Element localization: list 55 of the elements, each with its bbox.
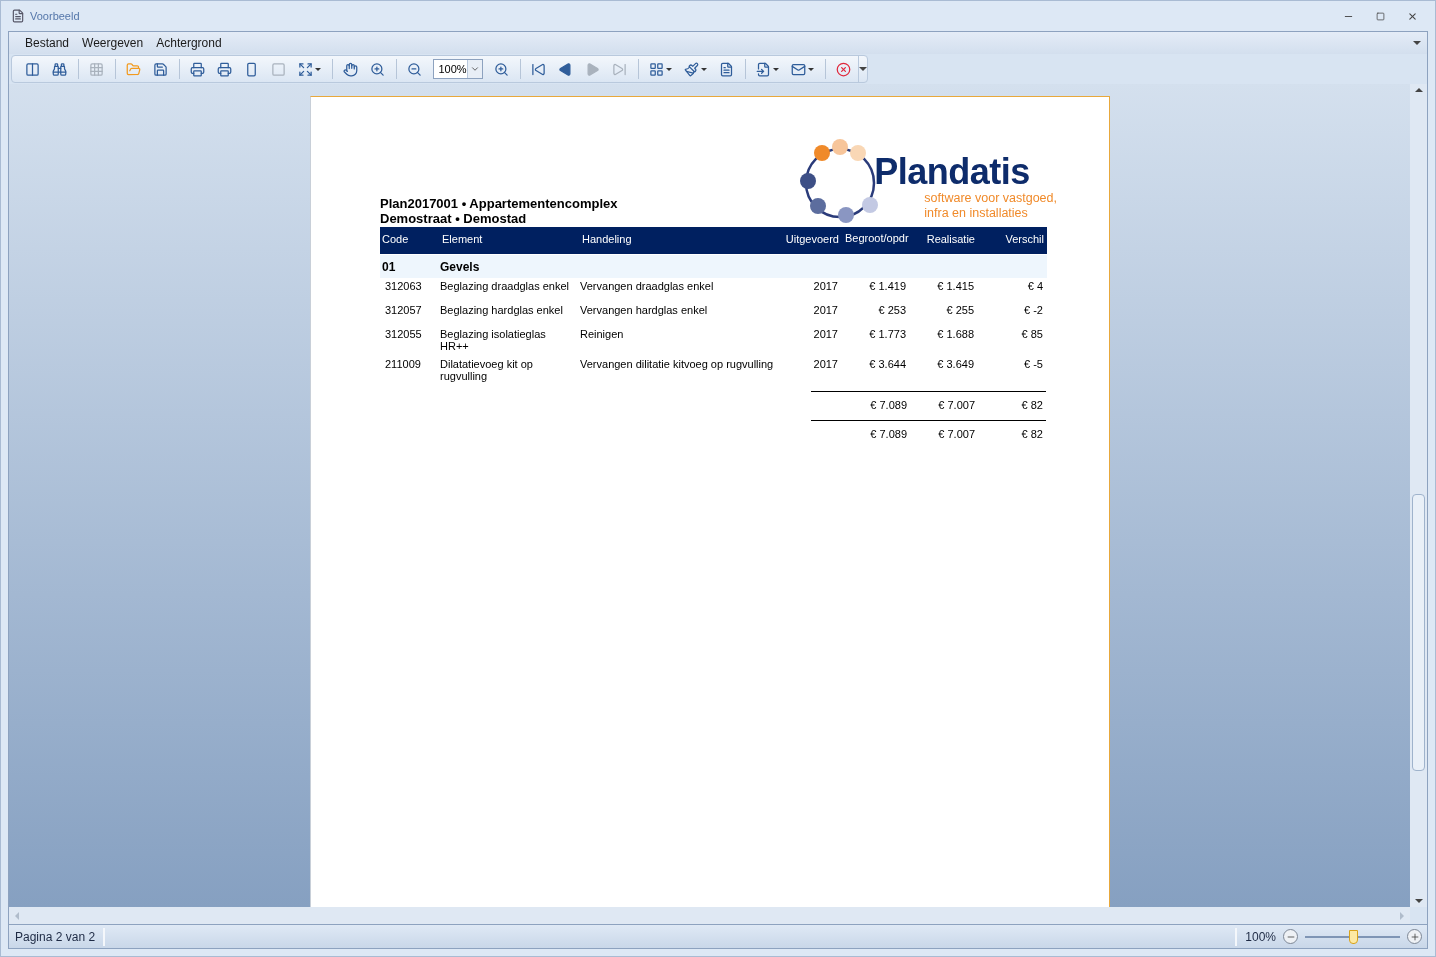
table-cell: 312057 xyxy=(385,304,422,316)
table-cell: Reinigen xyxy=(580,328,624,340)
window-title: Voorbeeld xyxy=(30,8,80,24)
table-cell: € 253 xyxy=(878,304,906,316)
table-cell: € -2 xyxy=(1024,304,1043,316)
logo-tagline: infra en installaties xyxy=(924,206,1029,221)
logo-wordmark: Plandatis xyxy=(874,153,1031,191)
column-header: Verschil xyxy=(1005,233,1044,245)
column-header: Element xyxy=(442,233,483,245)
table-cell: € 1.773 xyxy=(869,328,906,340)
logo-tagline: software voor vastgoed, xyxy=(924,191,1057,206)
table-cell: 2017 xyxy=(813,280,838,292)
table-cell: Beglazing draadglas enkel xyxy=(440,280,570,292)
menu-item[interactable]: Bestand xyxy=(25,34,70,52)
table-cell: € 1.419 xyxy=(869,280,906,292)
table-cell: Vervangen draadglas enkel xyxy=(580,280,714,292)
table-cell: 2017 xyxy=(813,304,838,316)
total-cell: € 7.007 xyxy=(938,427,975,440)
column-header: Realisatie xyxy=(926,233,975,245)
zoom-percentage: 100% xyxy=(1235,927,1276,946)
report-subtitle: Demostraat • Demostad xyxy=(380,211,528,226)
table-cell: € 255 xyxy=(946,304,974,316)
total-cell: € 7.089 xyxy=(870,427,907,440)
table-cell: 312063 xyxy=(385,280,422,292)
table-cell: € 1.415 xyxy=(937,280,974,292)
table-cell: Vervangen hardglas enkel xyxy=(580,304,708,316)
menu-item[interactable]: Weergeven xyxy=(82,34,144,52)
zoom-combobox[interactable]: 100% xyxy=(433,59,483,79)
column-header: Uitgevoerd xyxy=(785,233,839,245)
table-cell: € -5 xyxy=(1024,358,1043,370)
total-cell: € 7.089 xyxy=(870,399,907,411)
page-indicator: Pagina 2 van 2 xyxy=(9,927,106,946)
table-cell: Dilatatievoeg kit op rugvulling xyxy=(440,358,533,382)
report-title: Plan2017001 • Appartementencomplex xyxy=(380,196,618,211)
table-cell: € 1.688 xyxy=(937,328,974,340)
total-cell: € 82 xyxy=(1021,399,1043,411)
table-cell: 211009 xyxy=(385,358,421,370)
table-cell: 312055 xyxy=(385,328,422,340)
group-name: Gevels xyxy=(440,259,480,274)
total-cell: € 82 xyxy=(1021,427,1043,440)
column-header: Code xyxy=(382,233,409,245)
table-cell: 2017 xyxy=(813,358,838,370)
table-cell: € 3.649 xyxy=(937,358,974,370)
table-cell: Beglazing hardglas enkel xyxy=(440,304,563,316)
table-cell: Beglazing isolatieglas HR++ xyxy=(440,328,546,352)
table-cell: 2017 xyxy=(813,328,838,340)
menu-item[interactable]: Achtergrond xyxy=(156,34,222,52)
total-cell: € 7.007 xyxy=(938,399,975,411)
table-cell: € 4 xyxy=(1027,280,1043,292)
table-cell: € 85 xyxy=(1021,328,1043,340)
table-cell: Vervangen dilitatie kitvoeg op rugvulling xyxy=(580,358,774,370)
table-cell: € 3.644 xyxy=(869,358,906,370)
group-code: 01 xyxy=(382,259,396,274)
column-header: Handeling xyxy=(582,233,632,245)
column-header: Begroot/opdr xyxy=(845,232,909,244)
